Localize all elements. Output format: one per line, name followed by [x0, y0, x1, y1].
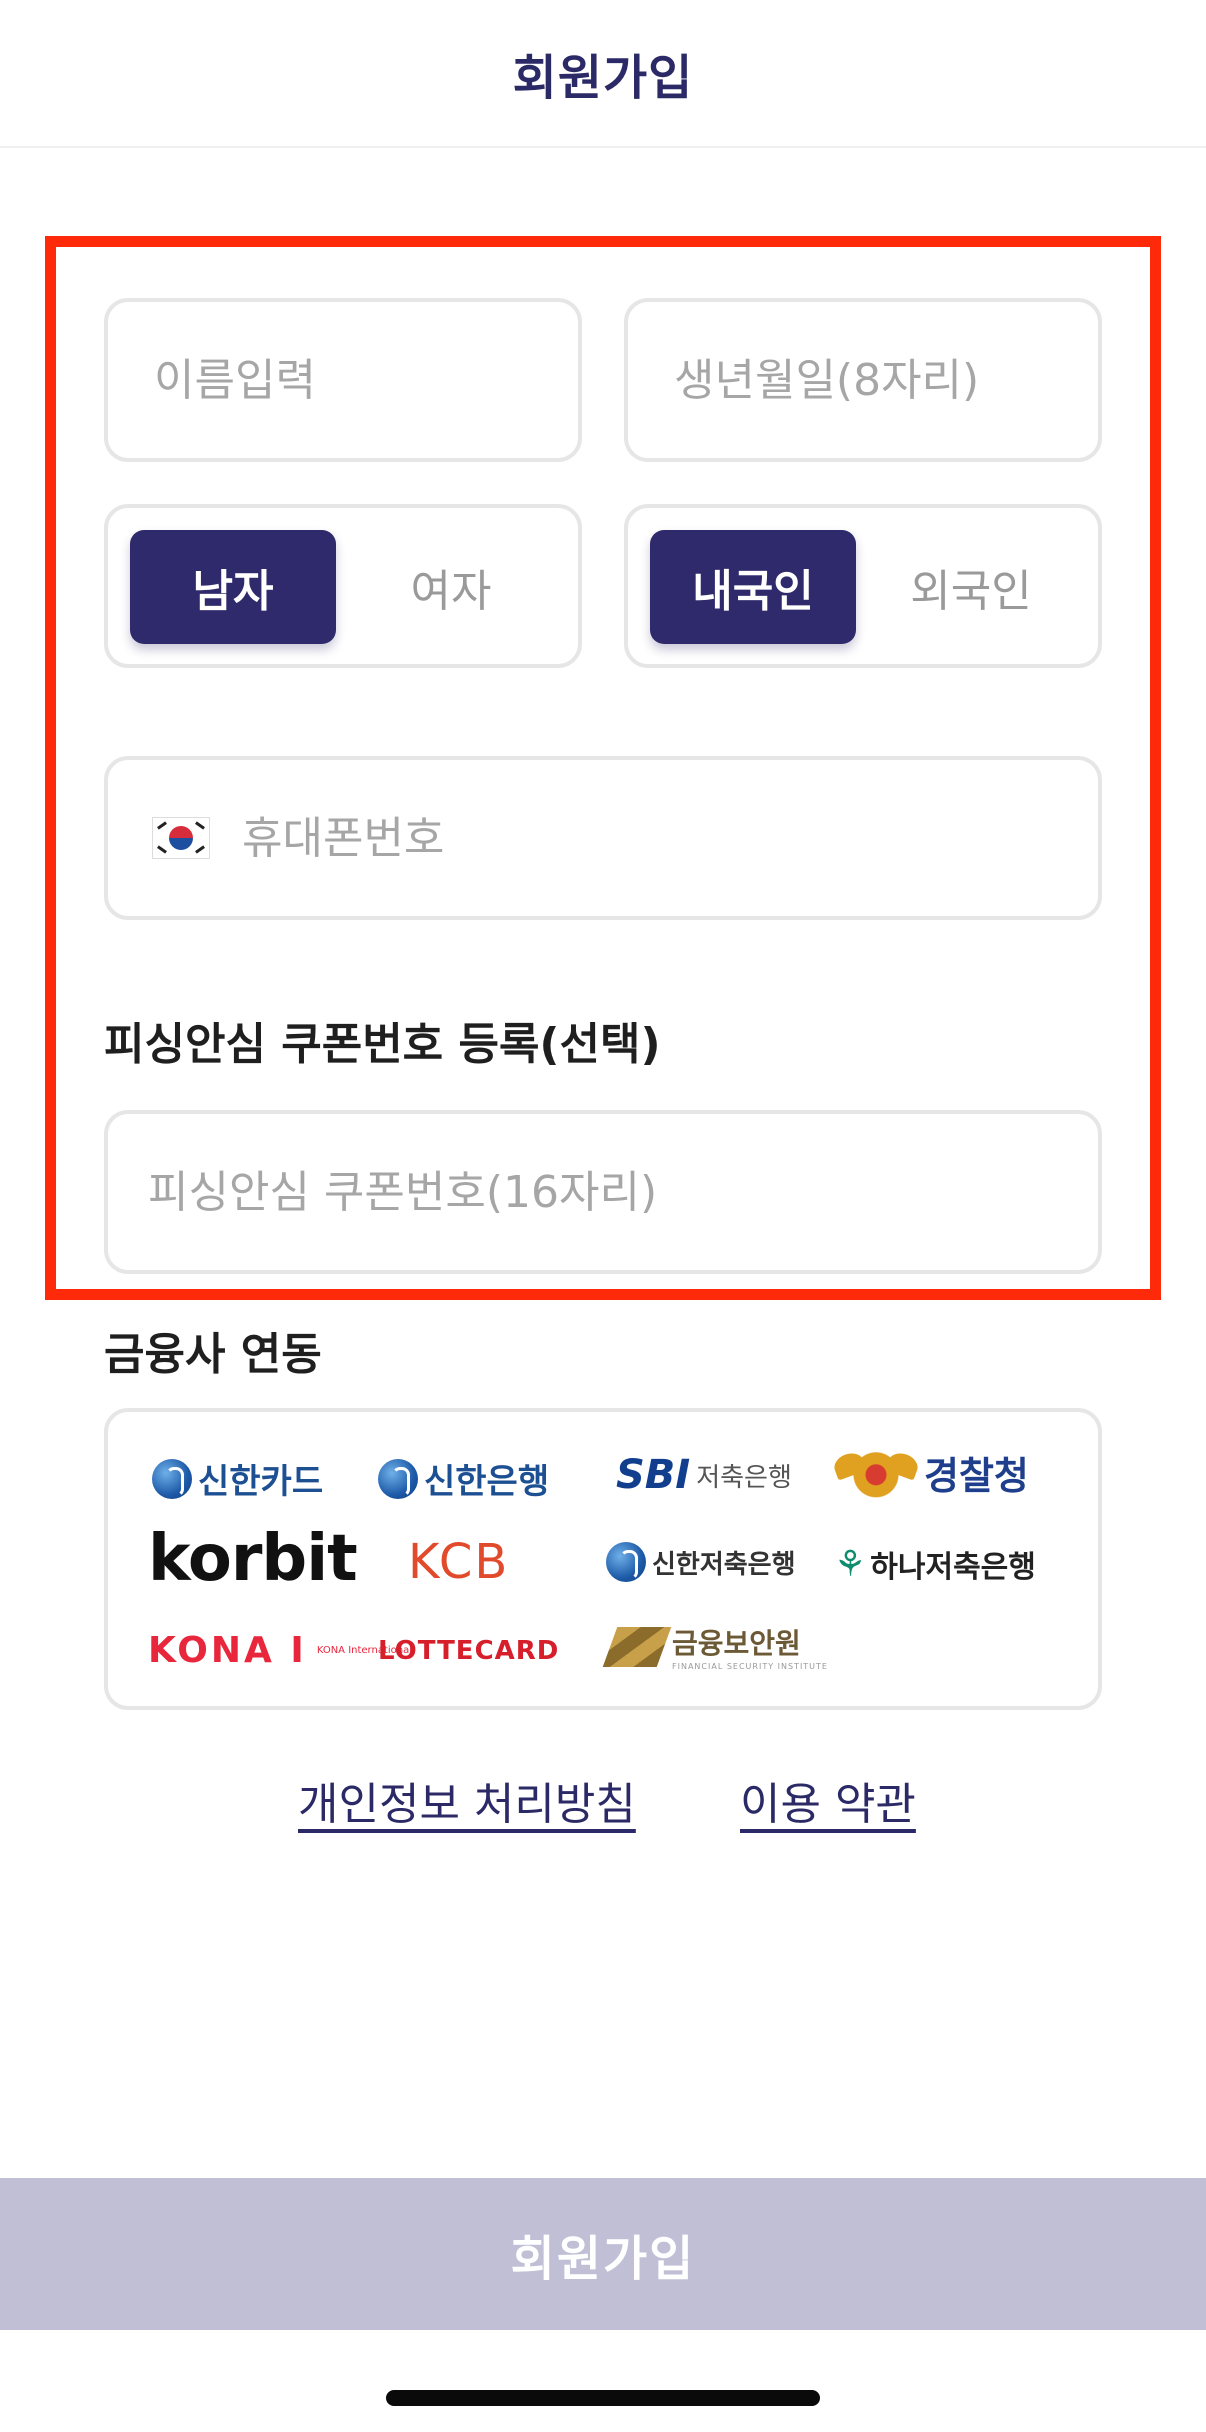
shinhan-card-logo: 신한카드: [152, 1454, 323, 1503]
birthdate-field[interactable]: [624, 298, 1102, 462]
nationality-domestic-option[interactable]: 내국인: [650, 530, 856, 644]
partner-logos-box: 신한카드 신한은행 SBI 저축은행 경찰청 korbit KCB 신한저축은행…: [104, 1408, 1102, 1710]
korbit-logo: korbit: [148, 1522, 358, 1596]
hana-icon: ⚘: [834, 1543, 867, 1585]
name-field[interactable]: [104, 298, 582, 462]
police-logo: 경찰청: [834, 1444, 1029, 1500]
gender-female-option[interactable]: 여자: [348, 530, 554, 644]
shinhan-savings-logo: 신한저축은행: [606, 1542, 796, 1582]
name-input[interactable]: [152, 353, 578, 407]
coupon-label: 피싱안심 쿠폰번호 등록(선택): [104, 1019, 661, 1070]
kona-logo: KONA I KONA International: [148, 1630, 413, 1671]
nationality-toggle: 내국인 외국인: [624, 504, 1102, 668]
kcb-logo: KCB: [408, 1534, 510, 1590]
lotte-card-logo: LOTTE CARD: [378, 1636, 560, 1666]
coupon-input[interactable]: [146, 1165, 1098, 1219]
hana-savings-logo: ⚘ 하나저축은행: [834, 1543, 1036, 1586]
police-emblem-icon: [834, 1444, 918, 1500]
signup-submit-button[interactable]: 회원가입: [0, 2178, 1206, 2330]
phone-field[interactable]: [104, 756, 1102, 920]
birthdate-input[interactable]: [672, 353, 1098, 407]
partners-label: 금융사 연동: [104, 1329, 322, 1380]
gender-male-option[interactable]: 남자: [130, 530, 336, 644]
shinhan-icon: [378, 1458, 418, 1499]
fsi-emblem-icon: [602, 1626, 672, 1667]
korea-flag-icon[interactable]: [152, 817, 210, 859]
terms-link[interactable]: 이용 약관: [740, 1768, 916, 1832]
coupon-field[interactable]: [104, 1110, 1102, 1274]
gender-toggle: 남자 여자: [104, 504, 582, 668]
page-title: 회원가입: [512, 50, 694, 106]
app-header: 회원가입: [0, 0, 1206, 148]
shinhan-bank-logo: 신한은행: [378, 1454, 549, 1503]
sbi-savings-logo: SBI 저축은행: [616, 1452, 792, 1498]
home-indicator: [386, 2390, 820, 2406]
phone-input[interactable]: [240, 811, 1098, 865]
shinhan-icon: [606, 1542, 646, 1582]
privacy-policy-link[interactable]: 개인정보 처리방침: [298, 1768, 636, 1832]
nationality-foreign-option[interactable]: 외국인: [868, 530, 1074, 644]
fsi-logo: 금융보안원 FINANCIAL SECURITY INSTITUTE: [602, 1622, 828, 1671]
shinhan-icon: [152, 1458, 192, 1499]
